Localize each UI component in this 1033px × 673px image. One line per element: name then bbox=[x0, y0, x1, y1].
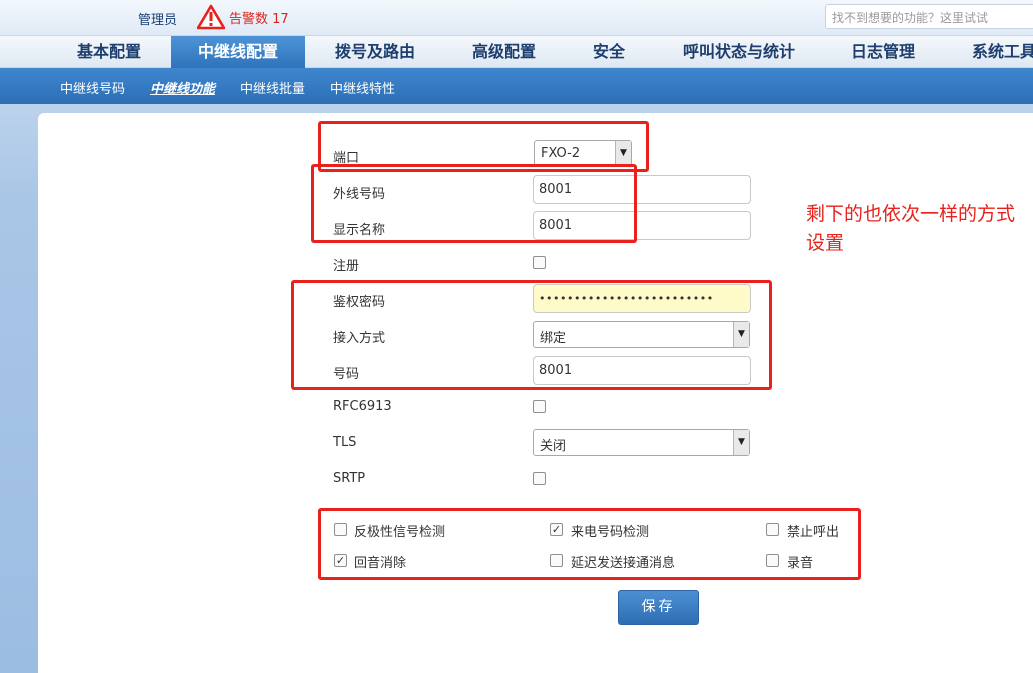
register-checkbox[interactable] bbox=[533, 256, 546, 269]
tls-select[interactable]: 关闭 ▼ bbox=[533, 429, 750, 456]
sub-nav: 中继线号码 中继线功能 中继线批量 中继线特性 bbox=[0, 68, 1033, 104]
nav-log-management[interactable]: 日志管理 bbox=[851, 36, 915, 68]
warning-icon bbox=[197, 4, 225, 30]
feature-search-input[interactable]: 找不到想要的功能？这里试试 bbox=[825, 4, 1033, 29]
annotation-box-auth bbox=[291, 280, 772, 390]
srtp-label: SRTP bbox=[333, 471, 366, 486]
srtp-checkbox[interactable] bbox=[533, 472, 546, 485]
nav-dial-routing[interactable]: 拨号及路由 bbox=[335, 36, 415, 68]
top-bar: 管理员 告警数 17 找不到想要的功能？这里试试 bbox=[0, 0, 1033, 35]
admin-label[interactable]: 管理员 bbox=[138, 9, 177, 28]
nav-trunk-config[interactable]: 中继线配置 bbox=[171, 36, 305, 68]
tls-label: TLS bbox=[333, 435, 357, 450]
save-button[interactable]: 保存 bbox=[618, 590, 699, 625]
subnav-trunk-features[interactable]: 中继线特性 bbox=[330, 78, 395, 97]
nav-advanced-config[interactable]: 高级配置 bbox=[472, 36, 536, 68]
alarm-label: 告警数 bbox=[229, 11, 269, 27]
annotation-box-options bbox=[318, 508, 861, 580]
nav-system-tools[interactable]: 系统工具 bbox=[972, 36, 1033, 68]
nav-security[interactable]: 安全 bbox=[593, 36, 625, 68]
register-label: 注册 bbox=[333, 259, 360, 274]
subnav-trunk-numbers[interactable]: 中继线号码 bbox=[60, 78, 125, 97]
main-nav: 基本配置 中继线配置 拨号及路由 高级配置 安全 呼叫状态与统计 日志管理 系统… bbox=[0, 35, 1033, 68]
subnav-trunk-functions[interactable]: 中继线功能 bbox=[150, 78, 215, 97]
nav-call-status[interactable]: 呼叫状态与统计 bbox=[683, 36, 795, 68]
annotation-box-number-name bbox=[311, 164, 637, 243]
nav-basic-config[interactable]: 基本配置 bbox=[77, 36, 141, 68]
alarm-count: 17 bbox=[272, 11, 289, 27]
alarm-indicator[interactable]: 告警数 17 bbox=[197, 4, 289, 30]
tls-value: 关闭 bbox=[540, 439, 567, 454]
rfc6913-label: RFC6913 bbox=[333, 399, 392, 414]
dropdown-arrow-icon: ▼ bbox=[733, 430, 749, 455]
rfc6913-checkbox[interactable] bbox=[533, 400, 546, 413]
subnav-trunk-batch[interactable]: 中继线批量 bbox=[240, 78, 305, 97]
annotation-text: 剩下的也依次一样的方式设置 bbox=[806, 203, 1016, 254]
